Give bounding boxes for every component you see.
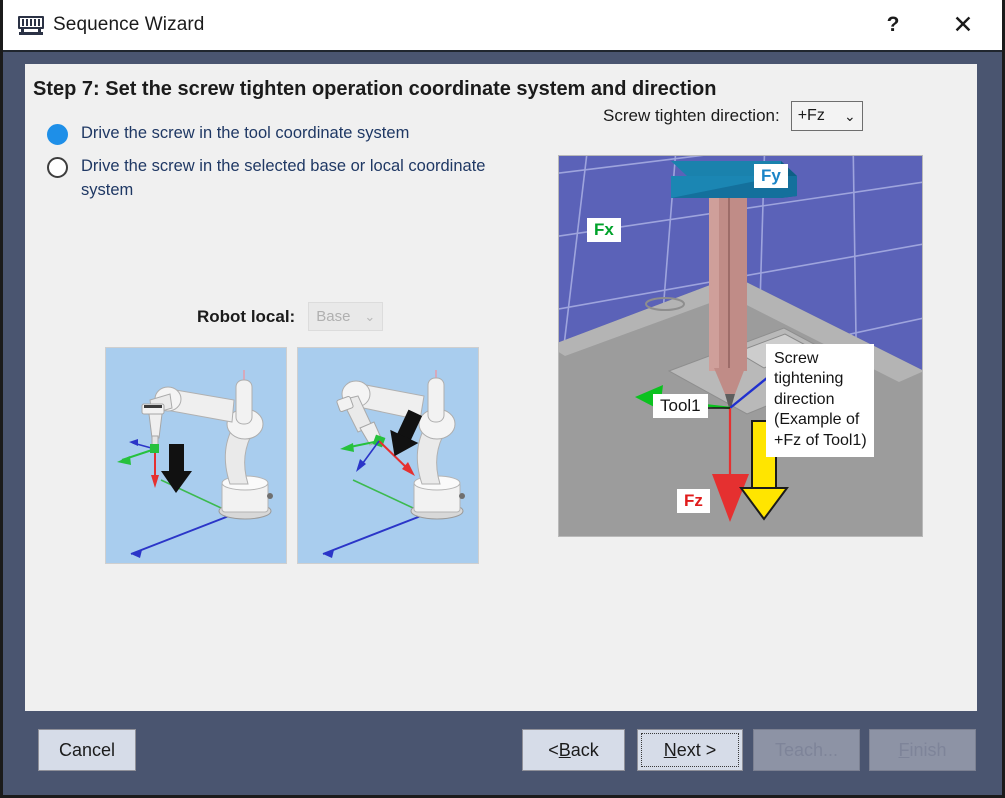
screw-direction-callout: Screw tightening direction (Example of +… [766,344,874,458]
robot-preview-gallery [105,347,479,564]
finish-accesskey: F [898,739,910,760]
title-bar-buttons: ? ✕ [862,0,1002,50]
page-title: Step 7: Set the screw tighten operation … [33,78,717,100]
chip-icon [18,15,44,35]
robot-illustration-down-arrow [117,370,273,558]
screw-tighten-direction-label: Screw tighten direction: [603,106,780,125]
callout-line-2: tightening [774,370,844,388]
robot-local-select: Base ⌄ [308,302,384,331]
chevron-down-icon: ⌄ [364,308,376,324]
finish-suffix: inish [909,739,947,760]
focus-outline [641,733,739,767]
robot-local-label: Robot local: [197,306,296,326]
back-accesskey: B [558,739,571,760]
dialog-footer: Cancel < Back Next > Teach... Finish [3,711,1002,795]
robot-local-row: Robot local: Base ⌄ [197,302,384,331]
radio-option-base-local-coordinate[interactable]: Drive the screw in the selected base or … [47,155,487,203]
robot-preview-base-coordinate[interactable] [297,347,479,564]
axis-label-fx: Fx [587,218,621,242]
callout-line-1: Screw [774,350,819,367]
axis-label-fz: Fz [677,489,710,513]
radio-label-tool-coordinate: Drive the screw in the tool coordinate s… [81,124,410,142]
screw-direction-illustration: Fx Fy Fz Tool1 Screw tightening directio… [558,155,923,537]
close-icon[interactable]: ✕ [924,0,1002,50]
content-panel: Step 7: Set the screw tighten operation … [25,64,977,711]
window-title: Sequence Wizard [53,14,205,35]
help-button[interactable]: ? [862,0,924,50]
sequence-wizard-window: Sequence Wizard ? ✕ Step 7: Set the scre… [0,0,1005,798]
teach-button: Teach... [753,729,860,771]
axis-label-fy: Fy [754,164,788,188]
chevron-down-icon: ⌄ [843,107,856,124]
callout-line-5: +Fz of Tool1) [774,431,867,449]
cancel-button[interactable]: Cancel [38,729,136,771]
tool-label: Tool1 [653,394,708,418]
radio-label-base-local-coordinate: Drive the screw in the selected base or … [81,156,486,199]
back-suffix: ack [570,739,599,760]
back-button[interactable]: < Back [522,729,625,771]
title-bar: Sequence Wizard ? ✕ [3,0,1002,52]
radio-indicator-unselected[interactable] [47,156,68,178]
back-prefix: < [548,739,559,760]
callout-line-3: direction [774,390,835,408]
robot-illustration-angled-arrow [322,370,465,558]
callout-line-4: (Example of [774,411,860,429]
radio-indicator-selected[interactable] [47,124,68,145]
radio-option-tool-coordinate[interactable]: Drive the screw in the tool coordinate s… [47,122,487,146]
finish-button: Finish [869,729,976,771]
screw-tighten-direction-row: Screw tighten direction: +Fz ⌄ [603,101,863,131]
screw-tighten-direction-value: +Fz [797,107,825,124]
coordinate-system-radio-group: Drive the screw in the tool coordinate s… [47,122,487,212]
robot-local-value: Base [316,308,351,325]
next-button[interactable]: Next > [637,729,743,771]
screw-tighten-direction-select[interactable]: +Fz ⌄ [790,101,863,131]
robot-preview-tool-coordinate[interactable] [105,347,287,564]
